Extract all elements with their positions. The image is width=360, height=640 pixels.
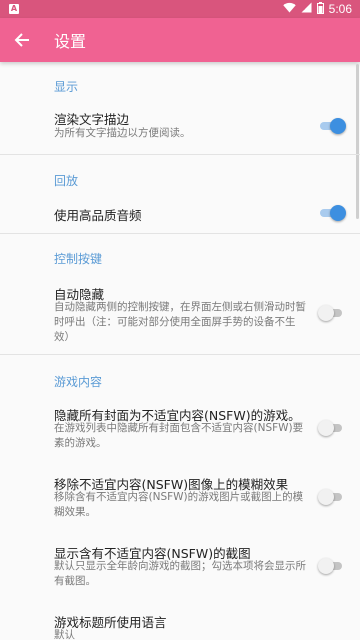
auto-hide-toggle[interactable] xyxy=(318,305,346,321)
setting-value: 默认 xyxy=(54,629,75,640)
section-header-display: 显示 xyxy=(54,80,79,94)
show-nsfw-screenshots-toggle[interactable] xyxy=(318,558,346,574)
section-header-controls: 控制按键 xyxy=(54,252,103,266)
settings-list[interactable]: 显示 渲染文字描边 为所有文字描边以方便阅读。 回放 使用高品质音频 控制按键 … xyxy=(0,62,360,640)
battery-icon xyxy=(316,1,324,17)
hide-nsfw-covers-toggle[interactable] xyxy=(318,420,346,436)
setting-title: 使用高品质音频 xyxy=(54,208,142,223)
section-header-game-content: 游戏内容 xyxy=(54,375,103,389)
hq-audio-toggle[interactable] xyxy=(318,205,346,221)
status-bar: A 5:06 xyxy=(0,0,360,18)
section-header-playback: 回放 xyxy=(54,174,79,188)
setting-subtitle: 在游戏列表中隐藏所有封面包含不适宜内容(NSFW)要素的游戏。 xyxy=(54,422,304,449)
wifi-icon xyxy=(282,2,296,16)
divider xyxy=(0,233,360,234)
scrollbar[interactable] xyxy=(356,64,359,219)
divider xyxy=(0,354,360,355)
arrow-left-icon xyxy=(14,33,29,47)
remove-nsfw-blur-toggle[interactable] xyxy=(318,489,346,505)
clock-time: 5:06 xyxy=(328,2,352,16)
signal-icon xyxy=(301,2,312,16)
back-button[interactable] xyxy=(0,18,44,62)
divider xyxy=(0,154,360,155)
app-toolbar: 设置 xyxy=(0,18,360,62)
setting-subtitle: 自动隐藏两侧的控制按键，在界面左侧或右侧滑动时暂时呼出（注：可能对部分使用全面屏… xyxy=(54,301,306,343)
setting-subtitle: 移除含有不适宜内容(NSFW)的游戏图片或截图上的模糊效果。 xyxy=(54,491,304,518)
page-title: 设置 xyxy=(54,32,87,51)
setting-subtitle: 为所有文字描边以方便阅读。 xyxy=(54,127,191,139)
app-notification-icon: A xyxy=(9,4,19,14)
text-outline-toggle[interactable] xyxy=(318,118,346,134)
setting-subtitle: 默认只显示全年龄向游戏的截图；勾选本项将会显示所有截图。 xyxy=(54,560,306,587)
